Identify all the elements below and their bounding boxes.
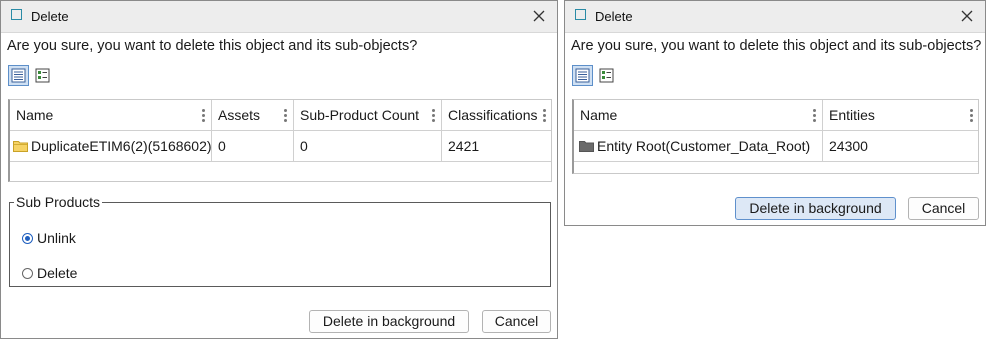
column-header-name[interactable]: Name [574,100,823,130]
window-icon [11,9,22,20]
cell-entities: 24300 [829,138,868,154]
folder-yellow-icon [13,132,28,152]
delete-dialog-products: Delete Are you sure, you want to delete … [0,0,558,339]
radio-label: Delete [37,265,78,281]
column-header-sub-product-count[interactable]: Sub-Product Count [294,100,442,130]
column-menu-icon[interactable] [970,109,973,122]
column-header-label: Name [16,107,54,123]
title-bar[interactable]: Delete [1,1,557,33]
column-header-label: Classifications [448,107,538,123]
column-header-label: Assets [218,107,261,123]
cell-sub-product-count: 0 [294,131,442,161]
table-header: Name Entities [574,100,978,131]
row-divider [10,161,551,162]
column-header-entities[interactable]: Entities [823,100,979,130]
cell-name: Entity Root(Customer_Data_Root) [574,131,823,161]
confirmation-question: Are you sure, you want to delete this ob… [571,38,982,54]
radio-checked-icon[interactable] [22,233,33,244]
row-name-text: DuplicateETIM6(2)(5168602) [31,138,212,154]
title-bar[interactable]: Delete [565,1,985,33]
radio-delete[interactable]: Delete [22,264,77,282]
close-icon[interactable] [957,6,977,26]
cell-name: DuplicateETIM6(2)(5168602) [10,131,212,161]
cell-assets: 0 [212,131,294,161]
cell-classifications: 2421 [448,138,480,154]
detail-view-icon[interactable] [596,65,617,86]
radio-unchecked-icon[interactable] [22,268,33,279]
confirmation-question: Are you sure, you want to delete this ob… [7,38,418,54]
cancel-button[interactable]: Cancel [482,310,551,333]
radio-unlink[interactable]: Unlink [22,229,76,247]
table-header: Name Assets Sub-Product Count Classifica… [10,100,551,131]
objects-table: Name Entities Entity Root(Customer_Data_… [572,99,979,174]
column-menu-icon[interactable] [284,109,287,122]
close-icon[interactable] [529,6,549,26]
column-header-label: Entities [829,107,875,123]
window-icon [575,9,586,20]
column-menu-icon[interactable] [432,109,435,122]
column-header-assets[interactable]: Assets [212,100,294,130]
cancel-button[interactable]: Cancel [908,197,979,220]
delete-in-background-button[interactable]: Delete in background [309,310,469,333]
dialog-title: Delete [595,9,633,24]
column-header-name[interactable]: Name [10,100,212,130]
radio-label: Unlink [37,230,76,246]
list-view-icon[interactable] [572,65,593,86]
list-view-icon[interactable] [8,65,29,86]
column-header-label: Sub-Product Count [300,107,420,123]
delete-dialog-entities: Delete Are you sure, you want to delete … [564,0,986,226]
row-name-text: Entity Root(Customer_Data_Root) [597,138,811,154]
delete-in-background-button[interactable]: Delete in background [735,197,896,220]
objects-table: Name Assets Sub-Product Count Classifica… [8,99,552,182]
column-header-label: Name [580,107,618,123]
sub-products-group: Sub Products Unlink Delete [9,194,551,287]
column-header-classifications[interactable]: Classifications [442,100,552,130]
column-menu-icon[interactable] [813,109,816,122]
group-legend: Sub Products [16,194,101,210]
folder-gray-icon [579,132,594,152]
dialog-title: Delete [31,9,69,24]
row-divider [574,161,978,162]
column-menu-icon[interactable] [202,109,205,122]
detail-view-icon[interactable] [32,65,53,86]
column-menu-icon[interactable] [543,109,546,122]
